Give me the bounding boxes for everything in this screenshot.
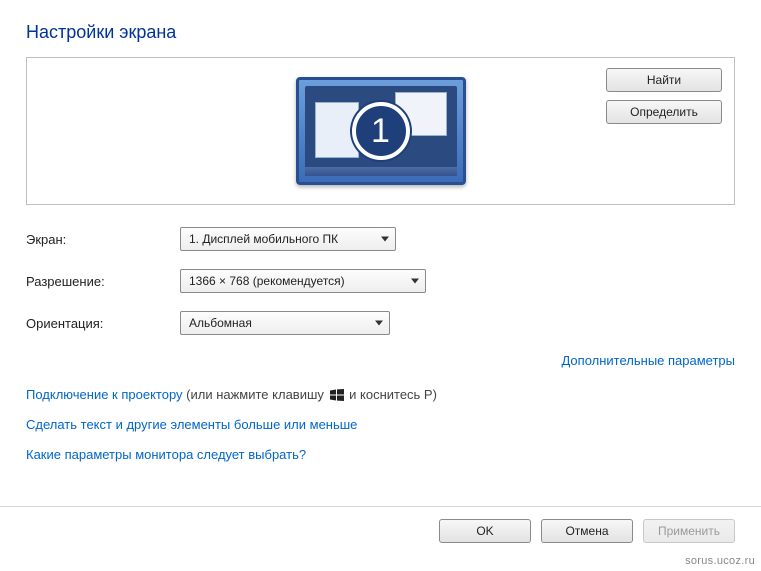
projector-link[interactable]: Подключение к проектору — [26, 387, 183, 402]
projector-hint-b: и коснитесь P) — [346, 387, 437, 402]
text-size-link[interactable]: Сделать текст и другие элементы больше и… — [26, 417, 357, 432]
monitor-thumbnail[interactable]: 1 — [296, 77, 466, 185]
chevron-down-icon — [381, 237, 389, 242]
ok-button[interactable]: OK — [439, 519, 531, 543]
chevron-down-icon — [411, 279, 419, 284]
resolution-dropdown-value: 1366 × 768 (рекомендуется) — [189, 274, 345, 288]
watermark: sorus.ucoz.ru — [685, 555, 755, 567]
display-label: Экран: — [26, 232, 180, 247]
display-dropdown-value: 1. Дисплей мобильного ПК — [189, 232, 338, 246]
orientation-dropdown[interactable]: Альбомная — [180, 311, 390, 335]
resolution-label: Разрешение: — [26, 274, 180, 289]
advanced-settings-link[interactable]: Дополнительные параметры — [561, 353, 735, 368]
projector-hint-a: (или нажмите клавишу — [183, 387, 328, 402]
chevron-down-icon — [375, 321, 383, 326]
cancel-button[interactable]: Отмена — [541, 519, 633, 543]
resolution-dropdown[interactable]: 1366 × 768 (рекомендуется) — [180, 269, 426, 293]
apply-button[interactable]: Применить — [643, 519, 735, 543]
display-dropdown[interactable]: 1. Дисплей мобильного ПК — [180, 227, 396, 251]
display-preview-panel: 1 Найти Определить — [26, 57, 735, 205]
detect-button[interactable]: Найти — [606, 68, 722, 92]
identify-button[interactable]: Определить — [606, 100, 722, 124]
page-title: Настройки экрана — [26, 22, 735, 43]
monitor-number-badge: 1 — [352, 102, 410, 160]
windows-key-icon — [330, 389, 344, 401]
help-link[interactable]: Какие параметры монитора следует выбрать… — [26, 447, 306, 462]
orientation-label: Ориентация: — [26, 316, 180, 331]
orientation-dropdown-value: Альбомная — [189, 316, 252, 330]
